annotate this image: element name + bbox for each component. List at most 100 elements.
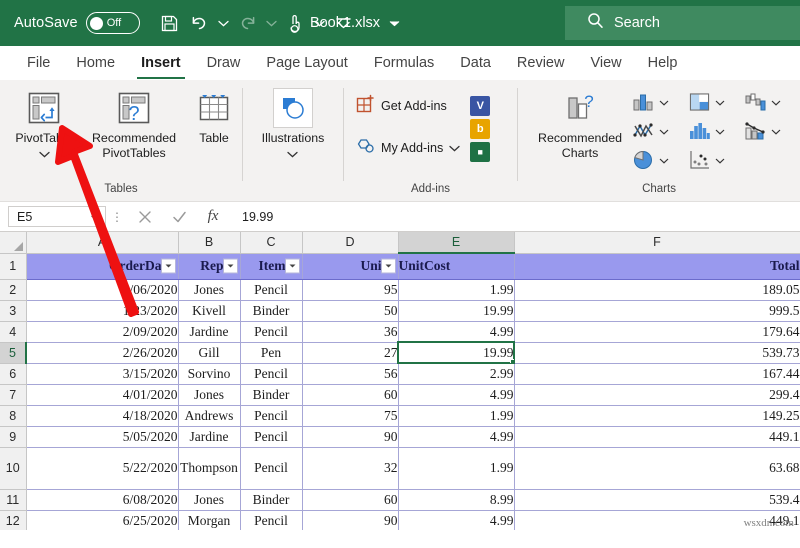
row-header-3[interactable]: 3 <box>0 300 27 322</box>
cell-d11[interactable]: 60 <box>302 489 399 511</box>
cell-a7[interactable]: 4/01/2020 <box>26 384 179 406</box>
save-icon[interactable] <box>156 8 184 38</box>
row-header-1[interactable]: 1 <box>0 253 27 280</box>
cell-a6[interactable]: 3/15/2020 <box>26 363 179 385</box>
cell-b4[interactable]: Jardine <box>178 321 241 343</box>
cell-b11[interactable]: Jones <box>178 489 241 511</box>
column-header-e[interactable]: E <box>398 232 515 254</box>
header-cell-unitcost[interactable]: UnitCost <box>398 253 515 280</box>
cell-a2[interactable]: 1/06/2020 <box>26 279 179 301</box>
cell-c2[interactable]: Pencil <box>240 279 303 301</box>
cell-f2[interactable]: 189.05 <box>514 279 800 301</box>
cell-e6[interactable]: 2.99 <box>398 363 515 385</box>
row-header-6[interactable]: 6 <box>0 363 27 385</box>
illustrations-caret-icon[interactable] <box>287 149 299 160</box>
cell-e12[interactable]: 4.99 <box>398 510 515 530</box>
cell-c8[interactable]: Pencil <box>240 405 303 427</box>
cell-c3[interactable]: Binder <box>240 300 303 322</box>
row-header-11[interactable]: 11 <box>0 489 27 511</box>
undo-caret-icon[interactable] <box>216 8 232 38</box>
tab-page-layout[interactable]: Page Layout <box>253 46 360 80</box>
touch-mode-icon[interactable] <box>282 8 310 38</box>
formula-input[interactable]: 19.99 <box>230 206 800 228</box>
my-addins-caret-icon[interactable] <box>449 139 460 157</box>
cell-e4[interactable]: 4.99 <box>398 321 515 343</box>
cell-f4[interactable]: 179.64 <box>514 321 800 343</box>
filter-dropdown-icon-c[interactable] <box>284 258 300 274</box>
cell-c5[interactable]: Pen <box>240 342 303 364</box>
cell-d12[interactable]: 90 <box>302 510 399 530</box>
autosave-toggle[interactable]: Off <box>85 12 140 34</box>
cell-e8[interactable]: 1.99 <box>398 405 515 427</box>
tab-review[interactable]: Review <box>504 46 578 80</box>
column-header-a[interactable]: A <box>26 232 179 254</box>
tab-home[interactable]: Home <box>63 46 128 80</box>
cell-b3[interactable]: Kivell <box>178 300 241 322</box>
name-box[interactable]: E5 <box>8 206 106 227</box>
row-header-5[interactable]: 5 <box>0 342 27 364</box>
row-header-7[interactable]: 7 <box>0 384 27 406</box>
statistic-chart-button[interactable] <box>688 116 744 145</box>
cell-e7[interactable]: 4.99 <box>398 384 515 406</box>
cell-a9[interactable]: 5/05/2020 <box>26 426 179 448</box>
cell-a3[interactable]: 1/23/2020 <box>26 300 179 322</box>
document-title-caret-icon[interactable] <box>389 14 400 32</box>
cell-f10[interactable]: 63.68 <box>514 447 800 490</box>
cell-c11[interactable]: Binder <box>240 489 303 511</box>
formula-bar-grip[interactable]: ⋮ <box>106 210 128 224</box>
cell-f6[interactable]: 167.44 <box>514 363 800 385</box>
column-chart-caret-icon[interactable] <box>659 93 669 111</box>
autosave-control[interactable]: AutoSave Off <box>14 12 140 34</box>
column-chart-button[interactable] <box>632 87 688 116</box>
column-header-f[interactable]: F <box>514 232 800 254</box>
redo-caret-icon[interactable] <box>264 8 280 38</box>
header-cell-total[interactable]: Total <box>514 253 800 280</box>
row-header-10[interactable]: 10 <box>0 447 27 490</box>
select-all-corner[interactable] <box>0 232 27 254</box>
cell-f11[interactable]: 539.4 <box>514 489 800 511</box>
row-header-8[interactable]: 8 <box>0 405 27 427</box>
combo-chart-button[interactable] <box>744 116 800 145</box>
my-addins-button[interactable]: My Add-ins <box>352 134 464 162</box>
cell-d2[interactable]: 95 <box>302 279 399 301</box>
tab-view[interactable]: View <box>577 46 634 80</box>
cell-d5[interactable]: 27 <box>302 342 399 364</box>
scatter-chart-caret-icon[interactable] <box>715 151 725 169</box>
undo-icon[interactable] <box>186 8 214 38</box>
redo-icon[interactable] <box>234 8 262 38</box>
illustrations-button[interactable]: Illustrations <box>247 86 339 160</box>
name-box-caret-icon[interactable] <box>91 210 100 224</box>
get-addins-button[interactable]: Get Add-ins <box>352 92 464 120</box>
row-header-9[interactable]: 9 <box>0 426 27 448</box>
line-chart-caret-icon[interactable] <box>659 122 669 140</box>
cell-e9[interactable]: 4.99 <box>398 426 515 448</box>
scatter-chart-button[interactable] <box>688 145 744 174</box>
cell-b5[interactable]: Gill <box>178 342 241 364</box>
recommended-pivottables-button[interactable]: ? Recommended PivotTables <box>82 86 186 160</box>
tab-help[interactable]: Help <box>635 46 691 80</box>
filter-dropdown-icon-a[interactable] <box>160 258 176 274</box>
pivottable-caret-icon[interactable] <box>38 149 50 160</box>
column-header-c[interactable]: C <box>240 232 303 254</box>
filter-dropdown-icon-b[interactable] <box>222 258 238 274</box>
confirm-check-icon[interactable] <box>162 206 196 228</box>
cell-c4[interactable]: Pencil <box>240 321 303 343</box>
cell-d10[interactable]: 32 <box>302 447 399 490</box>
insert-function-icon[interactable]: fx <box>196 206 230 228</box>
cell-c7[interactable]: Binder <box>240 384 303 406</box>
column-header-d[interactable]: D <box>302 232 399 254</box>
line-chart-button[interactable] <box>632 116 688 145</box>
hierarchy-chart-button[interactable] <box>688 87 744 116</box>
cell-f3[interactable]: 999.5 <box>514 300 800 322</box>
cancel-icon[interactable] <box>128 206 162 228</box>
table-button[interactable]: Table <box>186 86 242 146</box>
row-header-2[interactable]: 2 <box>0 279 27 301</box>
combo-chart-caret-icon[interactable] <box>771 122 781 140</box>
cell-b7[interactable]: Jones <box>178 384 241 406</box>
search-box[interactable]: Search <box>565 6 800 40</box>
filter-dropdown-icon-d[interactable] <box>380 258 396 274</box>
visio-addin-icon[interactable]: V <box>470 96 491 116</box>
tab-formulas[interactable]: Formulas <box>361 46 447 80</box>
cell-f8[interactable]: 149.25 <box>514 405 800 427</box>
cell-f5[interactable]: 539.73 <box>514 342 800 364</box>
